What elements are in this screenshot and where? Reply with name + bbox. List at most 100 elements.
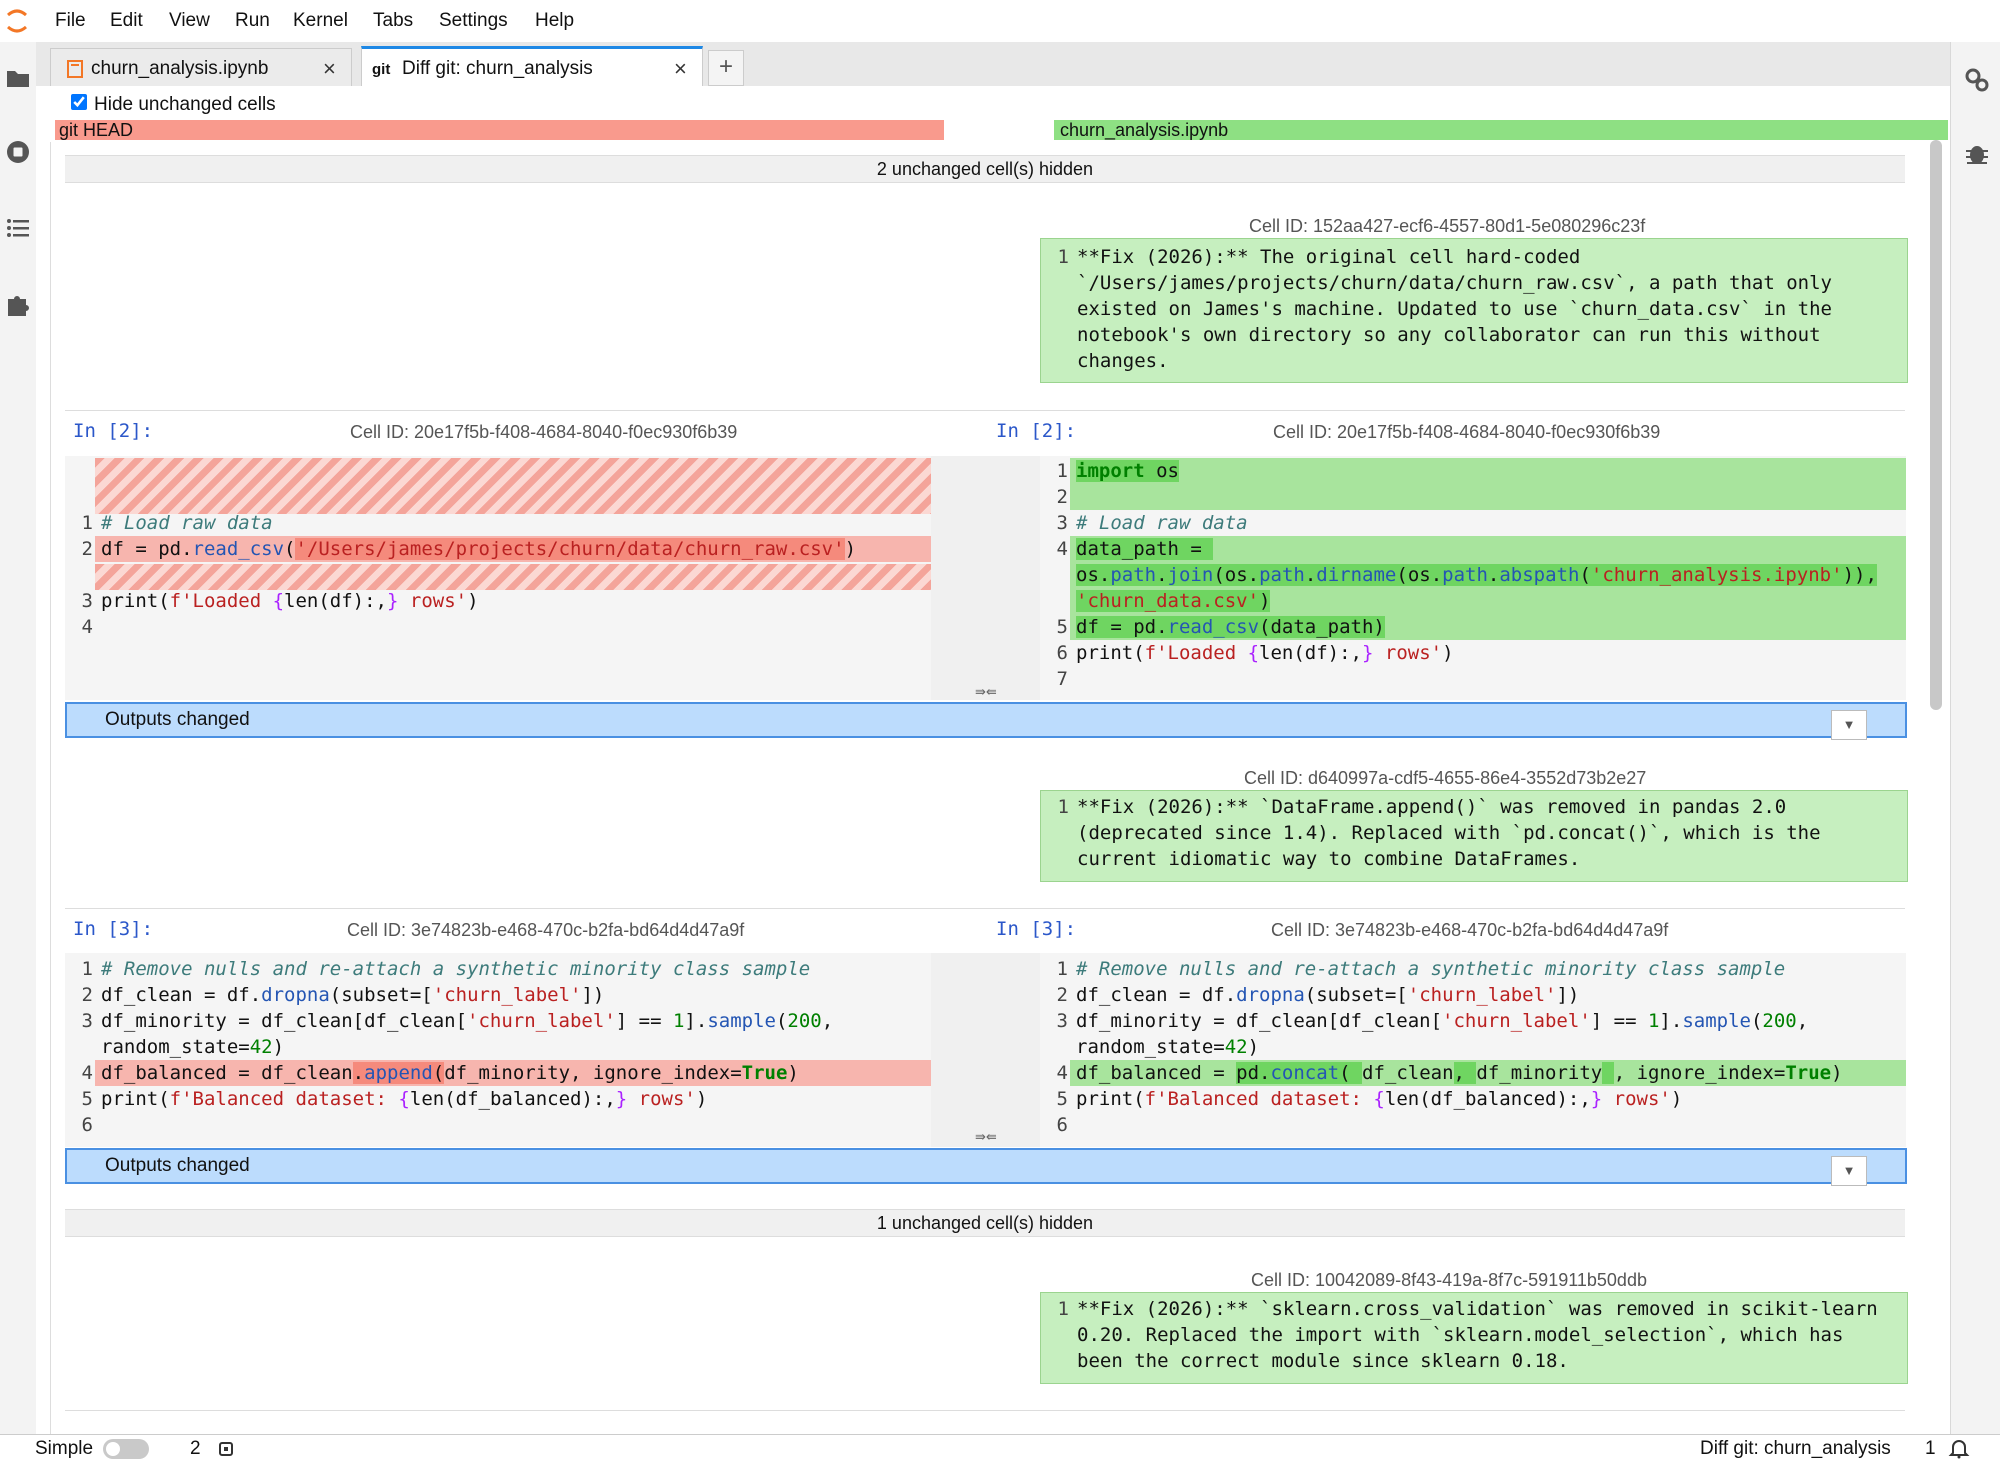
removed-placeholder-hatch bbox=[95, 458, 931, 514]
toggle-knob bbox=[106, 1442, 120, 1456]
menu-settings[interactable]: Settings bbox=[439, 10, 508, 32]
markdown-cell-added[interactable]: 1 **Fix (2026):** The original cell hard-… bbox=[1040, 238, 1908, 383]
left-header-git-head: git HEAD bbox=[55, 120, 944, 140]
divider bbox=[65, 908, 1905, 909]
code-line: 6 print(f'Loaded {len(df):,} rows') bbox=[1056, 642, 1454, 664]
cell-id-right: Cell ID: 3e74823b-e468-470c-b2fa-bd64d4d… bbox=[1271, 920, 1669, 940]
right-sidebar bbox=[1950, 42, 2000, 1434]
menu-view[interactable]: View bbox=[169, 10, 210, 32]
code-line: 3 print(f'Loaded {len(df):,} rows') bbox=[81, 590, 479, 612]
kernel-count[interactable]: 2 bbox=[190, 1438, 201, 1460]
menu-file[interactable]: File bbox=[55, 10, 86, 32]
code-line: 1 **Fix (2026):** The original cell hard-… bbox=[1057, 246, 1581, 268]
code-line: 3 # Load raw data bbox=[1056, 512, 1248, 534]
cell-id-right: Cell ID: 20e17f5b-f408-4684-8040-f0ec930… bbox=[1273, 422, 1661, 442]
code-line: 5 print(f'Balanced dataset: {len(df_balan… bbox=[81, 1088, 708, 1110]
code-line: 1 # Remove nulls and re-attach a syntheti… bbox=[1056, 958, 1786, 980]
code-line: (deprecated since 1.4). Replaced with `p… bbox=[1077, 822, 1821, 844]
code-line: random_state=42) bbox=[101, 1036, 285, 1058]
code-line: changes. bbox=[1077, 350, 1169, 372]
running-stop-icon[interactable] bbox=[4, 138, 32, 166]
debugger-bug-icon[interactable] bbox=[1963, 140, 1991, 168]
code-cell-left[interactable]: 1 # Load raw data 2 df = pd.read_csv('/Use… bbox=[65, 456, 931, 700]
code-line: 2 df_clean = df.dropna(subset=['churn_lab… bbox=[1056, 984, 1580, 1006]
unchanged-hidden-bar[interactable]: 1 unchanged cell(s) hidden bbox=[65, 1209, 1905, 1237]
code-line: 1 # Load raw data bbox=[81, 512, 273, 534]
outputs-changed-label: Outputs changed bbox=[105, 709, 250, 730]
menu-edit[interactable]: Edit bbox=[110, 10, 143, 32]
markdown-cell-added[interactable]: 1 **Fix (2026):** `DataFrame.append()` wa… bbox=[1040, 790, 1908, 882]
code-cell-left[interactable]: 1 # Remove nulls and re-attach a syntheti… bbox=[65, 953, 931, 1147]
code-line-added: 5 df = pd.read_csv(data_path) bbox=[1056, 616, 1385, 638]
code-line: current idiomatic way to combine DataFra… bbox=[1077, 848, 1581, 870]
close-tab-icon[interactable]: × bbox=[674, 56, 687, 82]
table-of-contents-icon[interactable] bbox=[4, 214, 32, 242]
cell-id: Cell ID: 10042089-8f43-419a-8f7c-591911b… bbox=[1251, 1270, 1647, 1290]
code-line: notebook's own directory so any collabor… bbox=[1077, 324, 1821, 346]
cell-id: Cell ID: d640997a-cdf5-4655-86e4-3552d73… bbox=[1244, 768, 1647, 788]
input-prompt-right: In [3]: bbox=[996, 918, 1077, 940]
jupyter-logo-icon bbox=[7, 9, 27, 33]
merge-arrow-icon[interactable]: ⇛⇚ bbox=[975, 1129, 997, 1145]
left-sidebar bbox=[0, 42, 37, 1434]
add-tab-button[interactable]: + bbox=[708, 50, 744, 86]
chevron-down-icon[interactable]: ▼ bbox=[1831, 1156, 1867, 1186]
merge-arrow-icon[interactable]: ⇛⇚ bbox=[975, 684, 997, 700]
divider bbox=[65, 1410, 1905, 1411]
code-line: 6 bbox=[1056, 1114, 1068, 1136]
tab-diff-git[interactable]: git Diff git: churn_analysis × bbox=[361, 46, 703, 90]
merge-gutter: ⇛⇚ bbox=[931, 953, 1040, 1147]
markdown-cell-added[interactable]: 1 **Fix (2026):** `sklearn.cross_validati… bbox=[1040, 1292, 1908, 1384]
extensions-puzzle-icon[interactable] bbox=[4, 290, 32, 318]
code-line: 4 bbox=[81, 616, 93, 638]
property-inspector-gears-icon[interactable] bbox=[1963, 66, 1991, 94]
cell-id: Cell ID: 152aa427-ecf6-4557-80d1-5e08029… bbox=[1249, 216, 1646, 236]
code-cell-right[interactable]: 1 # Remove nulls and re-attach a syntheti… bbox=[1040, 953, 1906, 1147]
code-line-added: os.path.join(os.path.dirname(os.path.abs… bbox=[1076, 564, 1877, 586]
code-line: 0.20. Replaced the import with `sklearn.… bbox=[1077, 1324, 1844, 1346]
simple-mode-label: Simple bbox=[35, 1438, 94, 1459]
cell-id-left: Cell ID: 3e74823b-e468-470c-b2fa-bd64d4d… bbox=[347, 920, 745, 940]
code-line: `/Users/james/projects/churn/data/churn_… bbox=[1077, 272, 1832, 294]
status-bar: Simple 2 Diff git: churn_analysis 1 bbox=[0, 1434, 2000, 1461]
notification-count[interactable]: 1 bbox=[1925, 1438, 1936, 1460]
notebook-icon bbox=[67, 60, 83, 78]
bell-icon[interactable] bbox=[1948, 1437, 1970, 1459]
tab-label: Diff git: churn_analysis bbox=[402, 58, 593, 79]
code-line: 1 **Fix (2026):** `DataFrame.append()` wa… bbox=[1057, 796, 1787, 818]
menu-bar: File Edit View Run Kernel Tabs Settings … bbox=[0, 0, 2000, 43]
code-line-removed: 4 df_balanced = df_clean.append(df_minori… bbox=[82, 1060, 931, 1086]
merge-gutter: ⇛⇚ bbox=[931, 456, 1040, 700]
hide-unchanged-checkbox[interactable] bbox=[71, 94, 87, 110]
git-icon: git bbox=[372, 61, 391, 78]
vertical-scrollbar[interactable] bbox=[1930, 140, 1942, 710]
menu-help[interactable]: Help bbox=[535, 10, 574, 32]
outputs-changed-bar[interactable]: Outputs changed ▼ bbox=[65, 702, 1907, 740]
document-name: Diff git: churn_analysis bbox=[1700, 1438, 1891, 1459]
tab-label: churn_analysis.ipynb bbox=[91, 58, 269, 79]
tab-churn-analysis-notebook[interactable]: churn_analysis.ipynb × bbox=[50, 48, 352, 87]
code-line: 1 **Fix (2026):** `sklearn.cross_validati… bbox=[1057, 1298, 1878, 1320]
simple-mode-toggle[interactable] bbox=[103, 1439, 149, 1459]
chevron-down-icon[interactable]: ▼ bbox=[1831, 710, 1867, 740]
close-tab-icon[interactable]: × bbox=[323, 56, 336, 82]
code-cell-right[interactable]: 1 import os 2 3 # Load raw data 4 data_path… bbox=[1040, 456, 1906, 700]
code-line-added: 4 data_path = bbox=[1056, 538, 1214, 560]
folder-icon[interactable] bbox=[4, 64, 32, 92]
right-header-current-file: churn_analysis.ipynb bbox=[1054, 120, 1948, 140]
code-line: random_state=42) bbox=[1076, 1036, 1260, 1058]
menu-run[interactable]: Run bbox=[235, 10, 270, 32]
input-prompt-left: In [2]: bbox=[73, 420, 154, 442]
divider bbox=[65, 410, 1905, 411]
kernel-chip-icon[interactable] bbox=[216, 1440, 236, 1458]
menu-kernel[interactable]: Kernel bbox=[293, 10, 348, 32]
input-prompt-left: In [3]: bbox=[73, 918, 154, 940]
code-line: 6 bbox=[81, 1114, 93, 1136]
code-line-added: 'churn_data.csv') bbox=[1076, 590, 1271, 612]
code-line: been the correct module since sklearn 0.… bbox=[1077, 1350, 1569, 1372]
menu-tabs[interactable]: Tabs bbox=[373, 10, 413, 32]
code-line-removed: 2 df = pd.read_csv('/Users/james/projects… bbox=[82, 536, 931, 562]
outputs-changed-bar[interactable]: Outputs changed ▼ bbox=[65, 1148, 1907, 1186]
code-line-added: 4 df_balanced = pd.concat( df_clean, df_m… bbox=[1057, 1060, 1906, 1086]
unchanged-hidden-bar[interactable]: 2 unchanged cell(s) hidden bbox=[65, 155, 1905, 183]
